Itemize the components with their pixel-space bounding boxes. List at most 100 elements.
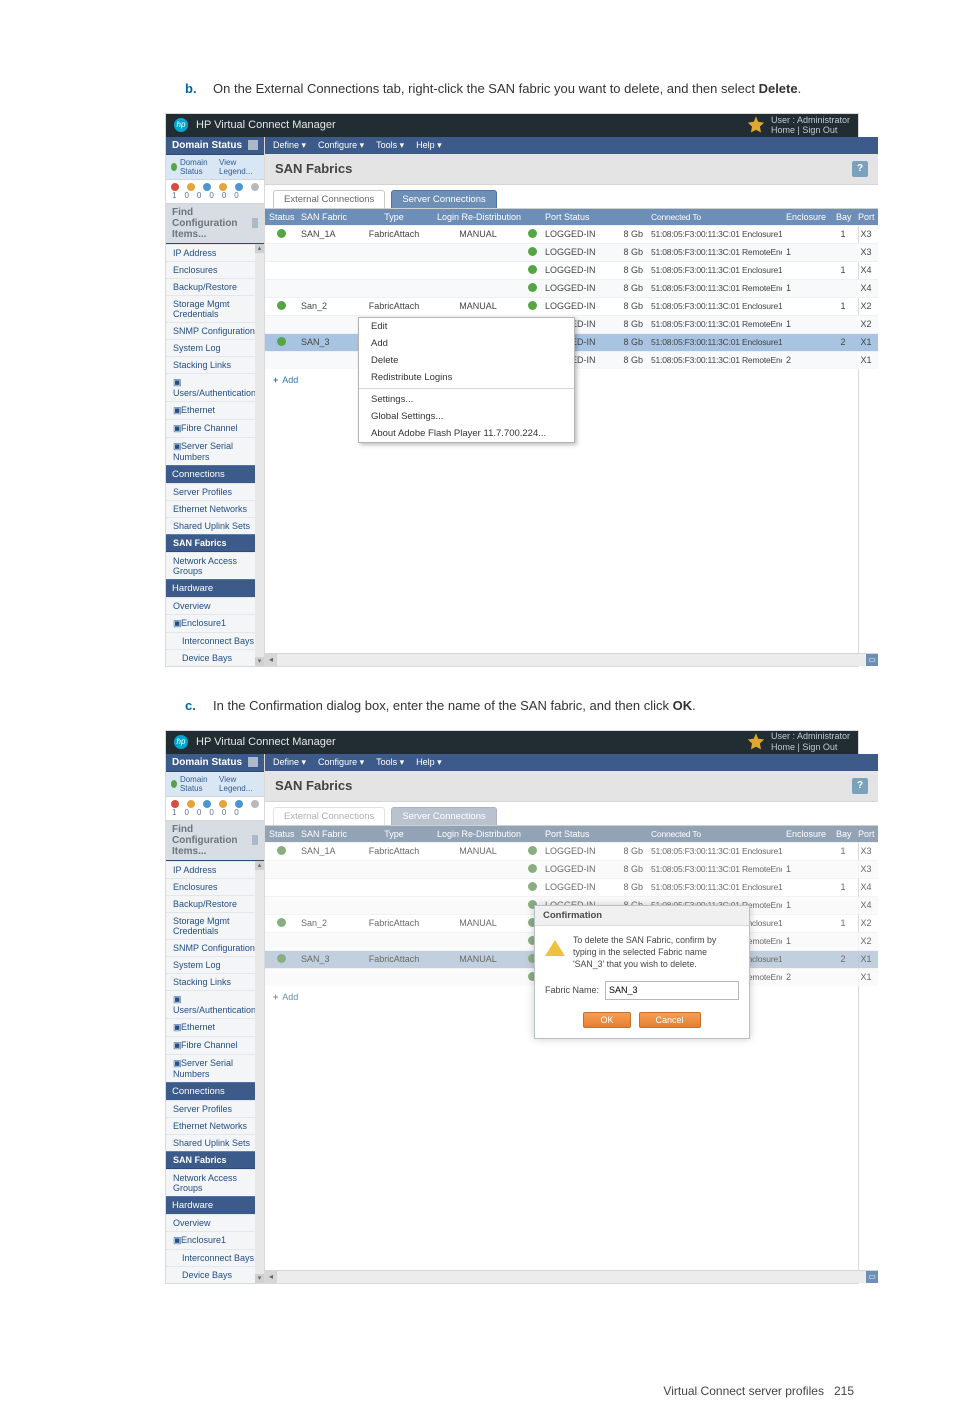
fabric-name-label: Fabric Name: xyxy=(545,985,599,995)
nav-item[interactable]: Network Access Groups xyxy=(166,552,264,579)
nav-item[interactable]: ▣Users/Authentication xyxy=(166,373,264,401)
menu-tools[interactable]: Tools ▾ xyxy=(376,140,404,151)
scroll-left-icon[interactable]: ◂ xyxy=(265,654,277,666)
nav-item[interactable]: Storage Mgmt Credentials xyxy=(166,295,264,322)
tab-server-connections[interactable]: Server Connections xyxy=(391,190,496,208)
nav-item[interactable]: Storage Mgmt Credentials xyxy=(166,912,264,939)
nav-item[interactable]: ▣Users/Authentication xyxy=(166,990,264,1018)
nav-item[interactable]: ▣Fibre Channel xyxy=(166,1036,264,1054)
help-icon[interactable]: ? xyxy=(852,778,868,794)
nav-scrollbar[interactable]: ▴▾ xyxy=(255,861,264,1283)
help-icon[interactable]: ? xyxy=(852,161,868,177)
nav-item[interactable]: SNMP Configuration xyxy=(166,322,264,339)
home-signout[interactable]: Home | Sign Out xyxy=(771,742,850,753)
expand-icon[interactable] xyxy=(252,218,258,228)
nav-item[interactable]: SAN Fabrics xyxy=(166,534,264,552)
nav-item[interactable]: Server Profiles xyxy=(166,1100,264,1117)
nav-item[interactable]: Ethernet Networks xyxy=(166,1117,264,1134)
nav-item[interactable]: ▣Ethernet xyxy=(166,1018,264,1036)
table-row[interactable]: SAN_1AFabricAttachMANUALLOGGED-IN8 Gb51:… xyxy=(265,842,878,860)
nav-item[interactable]: ▣Enclosure1 xyxy=(166,614,264,632)
nav-item[interactable]: Device Bays xyxy=(166,649,264,666)
nav-item[interactable]: Backup/Restore xyxy=(166,278,264,295)
nav-item[interactable]: Shared Uplink Sets xyxy=(166,517,264,534)
nav-item[interactable]: Overview xyxy=(166,597,264,614)
table-row[interactable]: LOGGED-IN8 Gb51:08:05:F3:00:11:3C:01 Rem… xyxy=(265,860,878,878)
menu-define[interactable]: Define ▾ xyxy=(273,140,306,151)
context-menu-item[interactable]: Redistribute Logins xyxy=(359,369,574,386)
tab-external-connections[interactable]: External Connections xyxy=(273,190,385,208)
nav-item[interactable]: Shared Uplink Sets xyxy=(166,1134,264,1151)
tab-external-connections[interactable]: External Connections xyxy=(273,807,385,825)
fabric-name-input[interactable] xyxy=(605,981,739,1000)
context-menu[interactable]: EditAddDeleteRedistribute Logins Settings… xyxy=(358,317,575,443)
home-signout[interactable]: Home | Sign Out xyxy=(771,125,850,136)
main-pane: Define ▾ Configure ▾ Tools ▾ Help ▾ SAN … xyxy=(265,137,878,666)
domain-status-header[interactable]: Domain Status xyxy=(166,754,264,772)
domain-status-header[interactable]: Domain Status xyxy=(166,137,264,155)
collapse-icon[interactable] xyxy=(248,757,258,767)
horizontal-scrollbar[interactable]: ◂ ▭ xyxy=(265,653,878,666)
horizontal-scrollbar[interactable]: ◂▭ xyxy=(265,1270,878,1283)
nav-item[interactable]: SNMP Configuration xyxy=(166,939,264,956)
nav-item[interactable]: Ethernet Networks xyxy=(166,500,264,517)
ok-button[interactable]: OK xyxy=(583,1012,630,1028)
context-menu-item[interactable]: Delete xyxy=(359,352,574,369)
nav-item[interactable]: Interconnect Bays xyxy=(166,1249,264,1266)
nav-item[interactable]: System Log xyxy=(166,339,264,356)
context-menu-item[interactable]: Edit xyxy=(359,318,574,335)
collapse-icon[interactable] xyxy=(248,140,258,150)
nav-item[interactable]: Interconnect Bays xyxy=(166,632,264,649)
award-icon xyxy=(747,116,765,134)
nav-item[interactable]: ▣Fibre Channel xyxy=(166,419,264,437)
nav-item[interactable]: IP Address xyxy=(166,244,264,261)
menu-bar[interactable]: Define ▾ Configure ▾ Tools ▾ Help ▾ xyxy=(265,137,878,154)
nav-item[interactable]: ▣Server Serial Numbers xyxy=(166,437,264,465)
nav-item[interactable]: Enclosures xyxy=(166,878,264,895)
restore-icon[interactable]: ▭ xyxy=(866,654,878,666)
step-c: c. In the Confirmation dialog box, enter… xyxy=(185,697,854,716)
find-items-header[interactable]: Find Configuration Items... xyxy=(166,204,264,244)
nav-item[interactable]: IP Address xyxy=(166,861,264,878)
expand-icon[interactable] xyxy=(252,835,258,845)
domain-status-row[interactable]: Domain Status View Legend... xyxy=(166,772,264,797)
nav-item[interactable]: Enclosures xyxy=(166,261,264,278)
grid-header: Status SAN Fabric Type Login Re-Distribu… xyxy=(265,209,878,225)
cancel-button[interactable]: Cancel xyxy=(639,1012,701,1028)
nav-item[interactable]: Network Access Groups xyxy=(166,1169,264,1196)
nav-item[interactable]: Device Bays xyxy=(166,1266,264,1283)
table-row[interactable]: LOGGED-IN8 Gb51:08:05:F3:00:11:3C:01 Enc… xyxy=(265,878,878,896)
step-text-b: On the External Connections tab, right-c… xyxy=(213,80,801,99)
context-menu-item[interactable]: Add xyxy=(359,335,574,352)
table-row[interactable]: LOGGED-IN8 Gb51:08:05:F3:00:11:3C:01 Enc… xyxy=(265,261,878,279)
table-row[interactable]: SAN_1AFabricAttachMANUALLOGGED-IN8 Gb51:… xyxy=(265,225,878,243)
nav-item[interactable]: Overview xyxy=(166,1214,264,1231)
context-menu-item[interactable]: About Adobe Flash Player 11.7.700.224... xyxy=(359,425,574,442)
table-row[interactable]: LOGGED-IN8 Gb51:08:05:F3:00:11:3C:01 Rem… xyxy=(265,243,878,261)
nav-item[interactable]: ▣Enclosure1 xyxy=(166,1231,264,1249)
nav-item[interactable]: System Log xyxy=(166,956,264,973)
user-label: User : Administrator xyxy=(771,731,850,742)
nav-item[interactable]: ▣Server Serial Numbers xyxy=(166,1054,264,1082)
nav-item[interactable]: Backup/Restore xyxy=(166,895,264,912)
scroll-down-icon[interactable]: ▾ xyxy=(255,657,264,666)
nav-section-connections: Connections xyxy=(166,1082,264,1100)
menu-configure[interactable]: Configure ▾ xyxy=(318,140,364,151)
menu-help[interactable]: Help ▾ xyxy=(416,140,442,151)
pane-title: SAN Fabrics xyxy=(275,161,352,176)
domain-status-row[interactable]: Domain Status View Legend... xyxy=(166,155,264,180)
table-row[interactable]: San_2FabricAttachMANUALLOGGED-IN8 Gb51:0… xyxy=(265,297,878,315)
table-row[interactable]: LOGGED-IN8 Gb51:08:05:F3:00:11:3C:01 Rem… xyxy=(265,279,878,297)
find-items-header[interactable]: Find Configuration Items... xyxy=(166,821,264,861)
nav-item[interactable]: SAN Fabrics xyxy=(166,1151,264,1169)
nav-item[interactable]: Server Profiles xyxy=(166,483,264,500)
scroll-up-icon[interactable]: ▴ xyxy=(255,244,264,253)
context-menu-item[interactable]: Global Settings... xyxy=(359,408,574,425)
context-menu-item[interactable]: Settings... xyxy=(359,391,574,408)
nav-item[interactable]: Stacking Links xyxy=(166,356,264,373)
nav-scrollbar[interactable]: ▴ ▾ xyxy=(255,244,264,666)
tab-server-connections[interactable]: Server Connections xyxy=(391,807,496,825)
nav-item[interactable]: ▣Ethernet xyxy=(166,401,264,419)
app-titlebar: hp HP Virtual Connect Manager User : Adm… xyxy=(166,114,858,137)
nav-item[interactable]: Stacking Links xyxy=(166,973,264,990)
